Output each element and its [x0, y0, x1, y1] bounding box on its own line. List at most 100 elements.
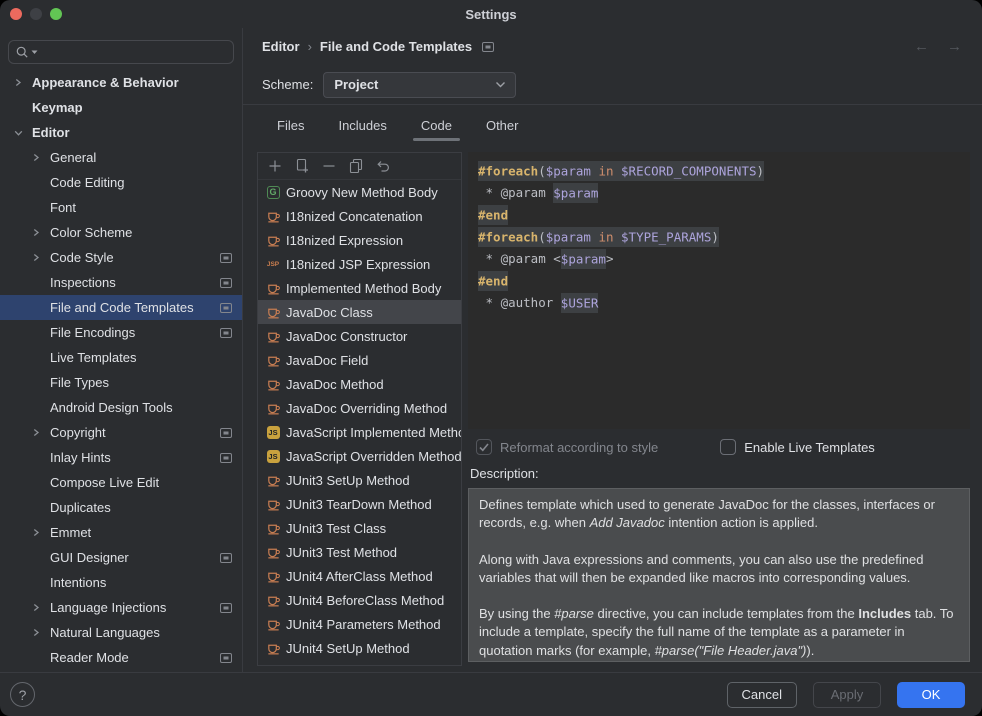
sidebar-item-compose-live-edit[interactable]: Compose Live Edit: [0, 470, 242, 495]
code-token: #end: [478, 205, 508, 225]
description-text: ).: [806, 643, 814, 658]
template-item-javadoc-method[interactable]: JavaDoc Method: [258, 372, 461, 396]
java-file-icon: [265, 617, 281, 632]
close-button[interactable]: [10, 8, 22, 20]
search-history-arrow-icon[interactable]: [31, 50, 38, 55]
sidebar-item-label: Color Scheme: [50, 225, 132, 240]
sidebar-item-inlay-hints[interactable]: Inlay Hints: [0, 445, 242, 470]
sidebar-item-inspections[interactable]: Inspections: [0, 270, 242, 295]
template-item-junit4-afterclass-method[interactable]: JUnit4 AfterClass Method: [258, 564, 461, 588]
apply-button[interactable]: Apply: [813, 682, 881, 708]
template-item-label: JavaDoc Method: [286, 377, 384, 392]
sidebar-item-file-encodings[interactable]: File Encodings: [0, 320, 242, 345]
template-item-javascript-implemented-method[interactable]: JSJavaScript Implemented Method: [258, 420, 461, 444]
add-button[interactable]: [267, 158, 283, 174]
sidebar-item-reader-mode[interactable]: Reader Mode: [0, 645, 242, 670]
template-item-label: I18nized Expression: [286, 233, 403, 248]
template-item-javascript-overridden-method[interactable]: JSJavaScript Overridden Method: [258, 444, 461, 468]
template-item-groovy-new-method-body[interactable]: GGroovy New Method Body: [258, 180, 461, 204]
template-item-junit3-test-class[interactable]: JUnit3 Test Class: [258, 516, 461, 540]
minimize-button[interactable]: [30, 8, 42, 20]
chevron-right-icon[interactable]: [32, 603, 48, 612]
template-item-i18nized-expression[interactable]: I18nized Expression: [258, 228, 461, 252]
reset-button[interactable]: [375, 158, 391, 174]
sidebar-item-code-editing[interactable]: Code Editing: [0, 170, 242, 195]
sidebar-item-duplicates[interactable]: Duplicates: [0, 495, 242, 520]
tab-includes[interactable]: Includes: [334, 105, 390, 146]
template-item-label: I18nized Concatenation: [286, 209, 423, 224]
chevron-right-icon[interactable]: [32, 628, 48, 637]
template-item-i18nized-jsp-expression[interactable]: JSPI18nized JSP Expression: [258, 252, 461, 276]
chevron-right-icon[interactable]: [32, 228, 48, 237]
template-item-label: JUnit3 Test Method: [286, 545, 397, 560]
description-text: intention action is applied.: [665, 515, 818, 530]
breadcrumb-item-editor[interactable]: Editor: [262, 39, 300, 54]
chevron-right-icon[interactable]: [14, 78, 30, 87]
chevron-right-icon[interactable]: [32, 153, 48, 162]
template-item-implemented-method-body[interactable]: Implemented Method Body: [258, 276, 461, 300]
chevron-right-icon[interactable]: [32, 253, 48, 262]
template-item-javadoc-field[interactable]: JavaDoc Field: [258, 348, 461, 372]
chevron-down-icon[interactable]: [14, 129, 30, 137]
template-item-junit4-parameters-method[interactable]: JUnit4 Parameters Method: [258, 612, 461, 636]
java-file-icon: [265, 545, 281, 560]
search-input[interactable]: [8, 40, 234, 64]
template-item-junit3-test-method[interactable]: JUnit3 Test Method: [258, 540, 461, 564]
copy-button[interactable]: [348, 158, 364, 174]
sidebar-item-emmet[interactable]: Emmet: [0, 520, 242, 545]
sidebar-item-color-scheme[interactable]: Color Scheme: [0, 220, 242, 245]
sidebar-item-file-types[interactable]: File Types: [0, 370, 242, 395]
sidebar-item-code-style[interactable]: Code Style: [0, 245, 242, 270]
template-item-junit3-setup-method[interactable]: JUnit3 SetUp Method: [258, 468, 461, 492]
enable-live-templates-checkbox[interactable]: Enable Live Templates: [720, 439, 875, 455]
sidebar-item-label: Editor: [32, 125, 70, 140]
chevron-right-icon[interactable]: [32, 528, 48, 537]
template-item-javadoc-overriding-method[interactable]: JavaDoc Overriding Method: [258, 396, 461, 420]
template-item-javadoc-class[interactable]: JavaDoc Class: [258, 300, 461, 324]
reformat-checkbox[interactable]: Reformat according to style: [476, 439, 658, 455]
back-arrow-icon[interactable]: ←: [914, 39, 929, 54]
template-item-label: Groovy New Method Body: [286, 185, 438, 200]
template-item-junit4-setup-method[interactable]: JUnit4 SetUp Method: [258, 636, 461, 660]
description-text: By using the: [479, 606, 554, 621]
remove-button[interactable]: [321, 158, 337, 174]
sidebar-item-live-templates[interactable]: Live Templates: [0, 345, 242, 370]
sidebar-item-general[interactable]: General: [0, 145, 242, 170]
sidebar-item-file-and-code-templates[interactable]: File and Code Templates: [0, 295, 242, 320]
template-item-i18nized-concatenation[interactable]: I18nized Concatenation: [258, 204, 461, 228]
template-item-junit3-teardown-method[interactable]: JUnit3 TearDown Method: [258, 492, 461, 516]
ok-button[interactable]: OK: [897, 682, 965, 708]
chevron-right-icon[interactable]: [32, 428, 48, 437]
sidebar-item-appearance-behavior[interactable]: Appearance & Behavior: [0, 70, 242, 95]
tab-files[interactable]: Files: [273, 105, 308, 146]
scheme-select[interactable]: Project: [323, 72, 516, 98]
add-from-template-button[interactable]: [294, 158, 310, 174]
template-code-editor[interactable]: #foreach($param in $RECORD_COMPONENTS) *…: [468, 152, 970, 429]
sidebar-item-natural-languages[interactable]: Natural Languages: [0, 620, 242, 645]
template-item-javadoc-constructor[interactable]: JavaDoc Constructor: [258, 324, 461, 348]
sidebar-item-keymap[interactable]: Keymap: [0, 95, 242, 120]
template-item-junit4-beforeclass-method[interactable]: JUnit4 BeforeClass Method: [258, 588, 461, 612]
sidebar-item-android-design-tools[interactable]: Android Design Tools: [0, 395, 242, 420]
code-token: [614, 227, 622, 247]
description-paragraph: By using the #parse directive, you can i…: [479, 605, 959, 660]
tab-code[interactable]: Code: [417, 105, 456, 146]
description-text: Along with Java expressions and comments…: [479, 552, 923, 585]
cancel-button[interactable]: Cancel: [727, 682, 797, 708]
tab-other[interactable]: Other: [482, 105, 523, 146]
breadcrumb-item-file-and-code-templates[interactable]: File and Code Templates: [320, 39, 472, 54]
description-panel[interactable]: Defines template which used to generate …: [468, 488, 970, 662]
template-item-label: JUnit3 TearDown Method: [286, 497, 432, 512]
help-button[interactable]: ?: [10, 682, 35, 707]
sidebar-item-editor[interactable]: Editor: [0, 120, 242, 145]
template-item-label: JavaScript Overridden Method: [286, 449, 461, 464]
sidebar-item-font[interactable]: Font: [0, 195, 242, 220]
sidebar-item-copyright[interactable]: Copyright: [0, 420, 242, 445]
sidebar-item-gui-designer[interactable]: GUI Designer: [0, 545, 242, 570]
zoom-button[interactable]: [50, 8, 62, 20]
java-file-icon: [265, 569, 281, 584]
sidebar-item-intentions[interactable]: Intentions: [0, 570, 242, 595]
forward-arrow-icon[interactable]: →: [947, 39, 962, 54]
description-label: Description:: [470, 466, 970, 481]
sidebar-item-language-injections[interactable]: Language Injections: [0, 595, 242, 620]
